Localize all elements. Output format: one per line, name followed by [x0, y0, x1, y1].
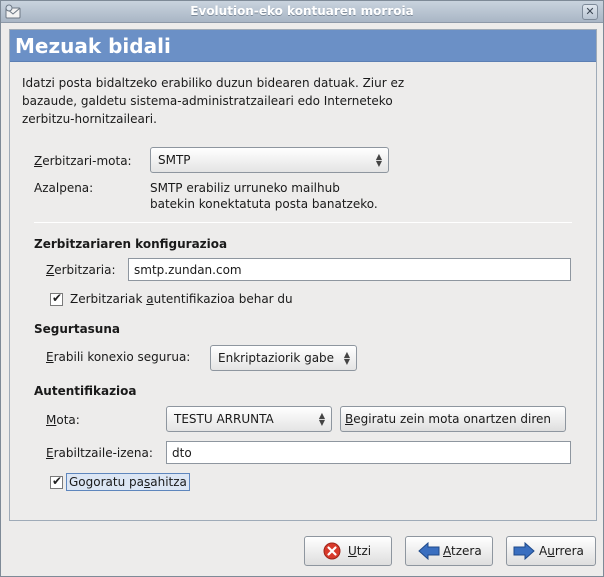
close-icon[interactable]: ✕ — [582, 4, 598, 20]
wizard-window: Evolution-eko kontuaren morroia ✕ Mezuak… — [0, 0, 604, 577]
back-button[interactable]: Atzera — [405, 536, 493, 566]
remember-password-label[interactable]: Gogoratu pasahitza — [66, 473, 190, 491]
check-supported-types-button[interactable]: Begiratu zein mota onartzen diren — [340, 406, 566, 432]
window-title: Evolution-eko kontuaren morroia — [190, 4, 414, 18]
server-type-combo[interactable]: SMTP ▲ ▼ — [150, 147, 389, 173]
authentication-heading: Autentifikazioa — [34, 384, 137, 398]
description-line-2: batekin konektatuta posta banatzeko. — [150, 197, 378, 211]
forward-button[interactable]: Aurrera — [506, 536, 596, 566]
cancel-icon — [323, 542, 341, 560]
description-label: Azalpena: — [34, 181, 94, 195]
cancel-button[interactable]: Utzi — [304, 536, 392, 566]
server-label: Zerbitzaria: — [46, 263, 116, 277]
security-heading: Segurtasuna — [34, 322, 120, 336]
page-header: Mezuak bidali — [10, 30, 596, 62]
server-config-heading: Zerbitzariaren konfigurazioa — [34, 237, 228, 251]
title-bar: Evolution-eko kontuaren morroia ✕ — [1, 1, 603, 23]
combo-arrows-icon: ▲ ▼ — [375, 152, 383, 168]
intro-text: Idatzi posta bidaltzeko erabiliko duzun … — [22, 76, 405, 126]
page-title: Mezuak bidali — [15, 34, 171, 58]
wizard-page: Mezuak bidali Idatzi posta bidaltzeko er… — [9, 29, 597, 521]
back-arrow-icon — [418, 542, 440, 560]
username-input[interactable] — [166, 441, 571, 464]
secure-connection-combo[interactable]: Enkriptaziorik gabe ▲ ▼ — [210, 345, 357, 371]
server-type-label: Zerbitzari-mota: — [34, 154, 132, 168]
auth-required-checkbox[interactable]: ✔ — [50, 291, 63, 306]
combo-arrows-icon: ▲ ▼ — [318, 411, 326, 427]
server-input[interactable] — [128, 258, 571, 281]
forward-arrow-icon — [513, 542, 535, 560]
username-label: Erabiltzaile-izena: — [46, 446, 153, 460]
auth-type-label: Mota: — [46, 413, 80, 427]
auth-required-label[interactable]: Zerbitzariak autentifikazioa behar du — [70, 292, 293, 306]
combo-arrows-icon: ▲ ▼ — [343, 350, 351, 366]
secure-connection-label: Erabili konexio segurua: — [46, 350, 191, 364]
server-type-value: SMTP — [158, 153, 191, 167]
auth-type-value: TESTU ARRUNTA — [174, 412, 274, 426]
remember-password-checkbox[interactable]: ✔ — [50, 474, 63, 489]
secure-connection-value: Enkriptaziorik gabe — [218, 351, 335, 365]
description-line-1: SMTP erabiliz urruneko mailhub — [150, 181, 340, 195]
auth-type-combo[interactable]: TESTU ARRUNTA ▲ ▼ — [166, 406, 332, 432]
section-divider — [34, 222, 572, 223]
